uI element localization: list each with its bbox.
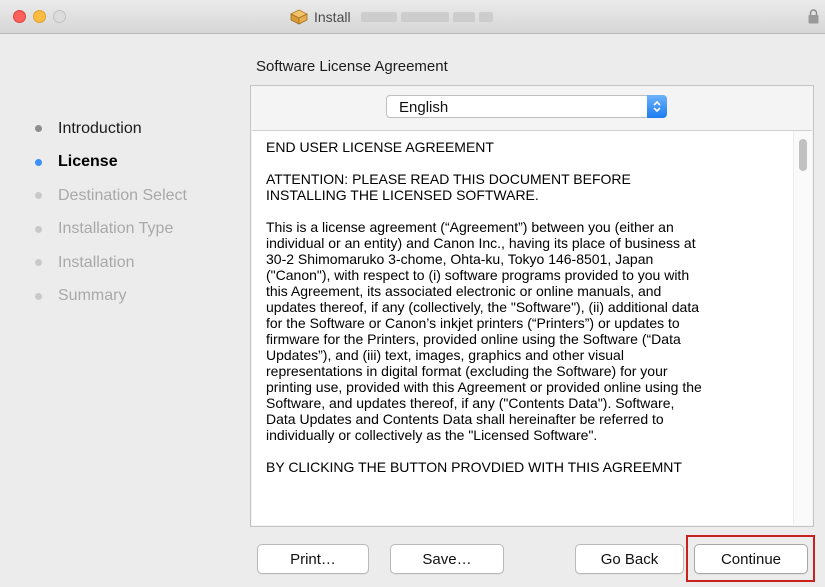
step-license: License bbox=[35, 146, 187, 180]
license-attention: ATTENTION: PLEASE READ THIS DOCUMENT BEF… bbox=[266, 171, 631, 203]
step-indicator-icon bbox=[35, 259, 42, 267]
step-label: License bbox=[58, 153, 118, 171]
step-summary: Summary bbox=[35, 280, 187, 314]
step-label: Introduction bbox=[58, 119, 142, 137]
license-text-area[interactable]: END USER LICENSE AGREEMENT ATTENTION: PL… bbox=[252, 130, 812, 525]
print-button[interactable]: Print… bbox=[257, 544, 369, 574]
step-indicator-icon bbox=[35, 192, 42, 200]
step-label: Summary bbox=[58, 287, 127, 305]
vertical-scrollbar[interactable] bbox=[793, 131, 812, 525]
title-bar: Install bbox=[0, 0, 825, 34]
lock-icon bbox=[808, 9, 819, 24]
language-select-value: English bbox=[399, 99, 449, 116]
package-icon bbox=[290, 9, 308, 25]
step-installation: Installation bbox=[35, 246, 187, 280]
save-button[interactable]: Save… bbox=[390, 544, 504, 574]
step-label: Destination Select bbox=[58, 186, 187, 204]
section-title: Software License Agreement bbox=[256, 58, 448, 75]
step-introduction: Introduction bbox=[35, 112, 187, 146]
installer-steps: Introduction License Destination Select … bbox=[35, 112, 187, 313]
updown-chevron-icon[interactable] bbox=[647, 95, 667, 118]
step-indicator-icon bbox=[35, 225, 42, 233]
license-heading: END USER LICENSE AGREEMENT bbox=[266, 139, 494, 155]
step-destination-select: Destination Select bbox=[35, 179, 187, 213]
step-indicator-icon bbox=[35, 292, 42, 300]
go-back-button[interactable]: Go Back bbox=[575, 544, 684, 574]
minimize-window-button[interactable] bbox=[33, 10, 46, 23]
window-title-group: Install bbox=[290, 8, 493, 26]
step-installation-type: Installation Type bbox=[35, 213, 187, 247]
scrollbar-thumb[interactable] bbox=[799, 139, 807, 171]
redacted-title-text bbox=[360, 12, 493, 22]
continue-highlight-box bbox=[686, 535, 815, 582]
zoom-window-button[interactable] bbox=[53, 10, 66, 23]
license-text: END USER LICENSE AGREEMENT ATTENTION: PL… bbox=[266, 139, 776, 491]
license-panel: English END USER LICENSE AGREEMENT ATTEN… bbox=[250, 85, 814, 527]
language-select[interactable]: English bbox=[386, 95, 667, 118]
license-paragraph: This is a license agreement (“Agreement”… bbox=[266, 219, 702, 443]
license-paragraph: BY CLICKING THE BUTTON PROVDIED WITH THI… bbox=[266, 459, 682, 475]
close-window-button[interactable] bbox=[13, 10, 26, 23]
step-indicator-icon bbox=[35, 158, 42, 166]
step-label: Installation Type bbox=[58, 220, 174, 238]
window-title: Install bbox=[314, 9, 351, 25]
step-indicator-icon bbox=[35, 125, 42, 133]
step-label: Installation bbox=[58, 253, 135, 271]
